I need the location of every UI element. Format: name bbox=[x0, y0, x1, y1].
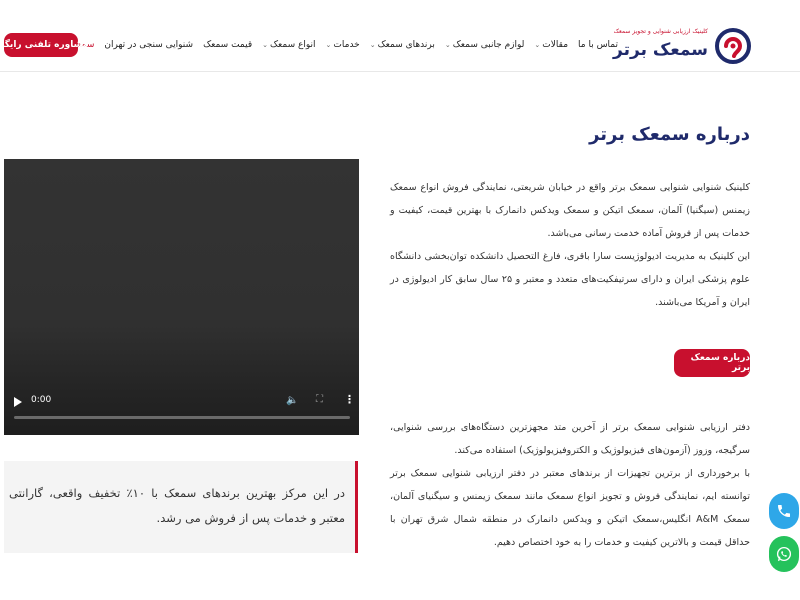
header-topline bbox=[0, 0, 800, 18]
nav-item-services[interactable]: خدمات ⌄ bbox=[326, 40, 360, 50]
nav-item-label: تماس با ما bbox=[578, 40, 618, 50]
video-time: 0:00 bbox=[31, 395, 52, 405]
nav-item-label: لوازم جانبی سمعک bbox=[452, 40, 525, 50]
promo-box: در این مرکز بهترین برندهای سمعک با ۱۰٪ ت… bbox=[4, 461, 358, 553]
chevron-down-icon: ⌄ bbox=[262, 41, 268, 49]
video-controls: 0:00 🔈 ⛶ ⋮ bbox=[4, 389, 359, 435]
nav-item-label: خدمات bbox=[333, 40, 360, 50]
chevron-down-icon: ⌄ bbox=[444, 41, 451, 49]
nav-item-label: برندهای سمعک bbox=[377, 40, 435, 50]
chevron-down-icon: ⌄ bbox=[325, 41, 332, 49]
nav-item-label: شنوایی سنجی در تهران bbox=[104, 40, 194, 50]
nav-item-label: قیمت سمعک bbox=[203, 40, 253, 50]
whatsapp-button[interactable] bbox=[769, 536, 799, 572]
about-title: درباره سمعک برتر bbox=[589, 124, 750, 145]
about-paragraph: با برخورداری از برترین تجهیزات از برندها… bbox=[390, 468, 750, 548]
nav-item-label: مقالات bbox=[542, 40, 569, 50]
nav-item-label: انواع سمعک bbox=[270, 40, 316, 50]
video-player[interactable]: 0:00 🔈 ⛶ ⋮ bbox=[4, 159, 359, 435]
logo-name: سمعک برتر bbox=[613, 40, 708, 60]
about-details: دفتر ارزیابی شنوایی سمعک برتر از آخرین م… bbox=[390, 416, 750, 554]
about-intro: کلینیک شنوایی شنوایی سمعک برتر واقع در خ… bbox=[390, 176, 750, 314]
nav-item-accessories[interactable]: لوازم جانبی سمعک ⌄ bbox=[445, 40, 525, 50]
nav-item-price[interactable]: قیمت سمعک bbox=[203, 40, 252, 50]
about-paragraph: کلینیک شنوایی شنوایی سمعک برتر واقع در خ… bbox=[390, 182, 750, 239]
play-icon[interactable] bbox=[14, 397, 22, 407]
video-progress-track[interactable] bbox=[14, 416, 350, 419]
logo-tagline: کلینیک ارزیابی شنوایی و تجویز سمعک bbox=[613, 28, 708, 35]
chevron-down-icon: ⌄ bbox=[534, 41, 541, 49]
nav-item-brands[interactable]: برندهای سمعک ⌄ bbox=[370, 40, 435, 50]
volume-icon[interactable]: 🔈 bbox=[286, 395, 298, 406]
about-paragraph: این کلینیک به مدیریت ادیولوژیست سارا باق… bbox=[390, 251, 750, 308]
nav-item-articles[interactable]: مقالات ⌄ bbox=[534, 40, 568, 50]
fullscreen-icon[interactable]: ⛶ bbox=[316, 394, 323, 405]
site-header: کلینیک ارزیابی شنوایی و تجویز سمعک سمعک … bbox=[0, 18, 800, 72]
chevron-down-icon: ⌄ bbox=[369, 41, 376, 49]
whatsapp-icon bbox=[776, 546, 792, 562]
nav-item-contact[interactable]: تماس با ما bbox=[578, 40, 618, 50]
nav-item-types[interactable]: انواع سمعک ⌄ bbox=[262, 40, 315, 50]
logo-ear-icon bbox=[715, 28, 751, 64]
promo-text: در این مرکز بهترین برندهای سمعک با ۱۰٪ ت… bbox=[9, 486, 345, 525]
site-logo[interactable]: کلینیک ارزیابی شنوایی و تجویز سمعک سمعک … bbox=[602, 24, 752, 68]
more-options-icon[interactable]: ⋮ bbox=[344, 393, 355, 406]
about-button[interactable]: درباره سمعک برتر bbox=[674, 349, 750, 377]
main-nav: سمعک برتر ⌄ شنوایی سنجی در تهران قیمت سم… bbox=[44, 36, 618, 54]
free-consultation-button[interactable]: مشاوره تلفنی رایگان bbox=[0, 33, 88, 57]
phone-call-button[interactable] bbox=[769, 493, 799, 529]
nav-item-hearing-test[interactable]: شنوایی سنجی در تهران bbox=[104, 40, 193, 50]
phone-icon bbox=[778, 505, 790, 517]
about-paragraph: دفتر ارزیابی شنوایی سمعک برتر از آخرین م… bbox=[390, 422, 750, 456]
